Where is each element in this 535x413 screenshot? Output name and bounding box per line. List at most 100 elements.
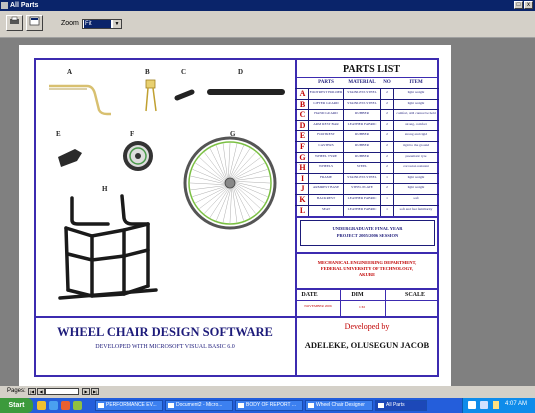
wheel-spoke bbox=[190, 185, 226, 191]
lifter-guard-drawing bbox=[145, 79, 157, 112]
tray-alert-icon[interactable] bbox=[493, 401, 499, 409]
project-line-1: UNDERGRADUATE FINAL YEAR bbox=[332, 226, 403, 231]
date-label: DATE bbox=[301, 292, 318, 298]
wheel-spoke bbox=[233, 169, 268, 180]
next-page-button[interactable]: ▶ bbox=[82, 388, 90, 395]
wheel-spoke bbox=[228, 143, 238, 179]
dept-line-3: AKURE bbox=[358, 272, 376, 277]
wheel-spoke bbox=[234, 181, 271, 184]
wheel-spoke bbox=[234, 175, 270, 181]
quicklaunch-browser-icon[interactable] bbox=[49, 401, 58, 410]
part-label-e: E bbox=[56, 130, 61, 138]
main-title: WHEEL CHAIR DESIGN SOFTWARE bbox=[57, 325, 273, 339]
project-line-2: PROJECT 2005/2006 SESSION bbox=[336, 233, 399, 238]
taskbar-item-label: BODY OF REPORT ... bbox=[246, 402, 297, 408]
app-icon bbox=[378, 403, 384, 408]
column-separator bbox=[308, 205, 309, 217]
table-row: E FOOTREST RUBBER 2 strong and rigid bbox=[295, 130, 439, 142]
wheel-spoke bbox=[222, 143, 228, 179]
system-tray: 4:07 AM bbox=[462, 398, 535, 413]
first-page-button[interactable]: |◀ bbox=[28, 388, 36, 395]
caster-drawing bbox=[123, 141, 153, 171]
quicklaunch-folder-icon[interactable] bbox=[37, 401, 46, 410]
zoom-value: Fit bbox=[84, 20, 111, 28]
header-no: NO bbox=[383, 80, 391, 85]
row-letter: K bbox=[299, 195, 306, 204]
taskbar-item-label: Document2 - Micro... bbox=[176, 402, 223, 408]
arm-rest-bar-drawing bbox=[207, 89, 285, 95]
wheel-spoke bbox=[234, 181, 270, 191]
maximize-button[interactable]: □ bbox=[514, 1, 523, 9]
header-parts: PARTS bbox=[318, 80, 334, 85]
taskbar-item-wheel-chair-designer[interactable]: Wheel Chair Designer bbox=[305, 400, 373, 411]
quicklaunch-media-icon[interactable] bbox=[61, 401, 70, 410]
dept-line-1: MECHANICAL ENGINEERING DEPARTMENT, bbox=[317, 260, 417, 265]
page-number-input[interactable] bbox=[45, 388, 79, 395]
wheel-spoke bbox=[190, 175, 226, 185]
taskbar-item-label: PERFORMANCE EV... bbox=[106, 402, 157, 408]
project-box: UNDERGRADUATE FINAL YEAR PROJECT 2005/20… bbox=[300, 220, 435, 246]
row-letter: J bbox=[300, 184, 305, 194]
export-button[interactable] bbox=[26, 15, 43, 31]
chevron-down-icon[interactable]: ▼ bbox=[113, 20, 121, 28]
previous-page-button[interactable]: ◀ bbox=[37, 388, 45, 395]
window-icon bbox=[98, 403, 104, 408]
date-value: NOVEMBER 2006 bbox=[304, 304, 332, 308]
wheel-spoke bbox=[228, 142, 231, 179]
taskbar-item-body-report[interactable]: BODY OF REPORT ... bbox=[235, 400, 303, 411]
wheel-spoke bbox=[189, 182, 226, 185]
tray-volume-icon[interactable] bbox=[480, 401, 488, 409]
header-material: MATERIAL bbox=[348, 80, 376, 85]
hand-guard-drawing bbox=[174, 89, 195, 101]
info-divider-2 bbox=[385, 288, 386, 317]
frame-drawing bbox=[58, 194, 158, 300]
taskbar-item-performance[interactable]: PERFORMANCE EV... bbox=[95, 400, 163, 411]
footrest-holder-drawing bbox=[49, 84, 111, 116]
part-label-d: D bbox=[238, 68, 244, 76]
wheel-spoke bbox=[233, 162, 265, 180]
pages-bar: Pages: |◀ ◀ ▶ ▶| bbox=[0, 386, 535, 398]
table-row: K BACKREST LEATHER FABRIC 1 soft bbox=[295, 194, 439, 206]
quicklaunch-app-icon[interactable] bbox=[73, 401, 82, 410]
part-label-b: B bbox=[145, 68, 150, 76]
table-row: L SEAT LEATHER FABRIC 1 soft and fast famili… bbox=[295, 204, 439, 217]
taskbar-item-document2[interactable]: Document2 - Micro... bbox=[165, 400, 233, 411]
table-row: F CASTERS RUBBER 2 rigid to the ground bbox=[295, 141, 439, 153]
wheel-spoke bbox=[192, 186, 227, 197]
taskbar-item-all-parts[interactable]: All Parts bbox=[375, 400, 427, 411]
scale-label: SCALE bbox=[404, 292, 425, 298]
divider-horizontal bbox=[34, 316, 439, 318]
wheel-spoke bbox=[229, 187, 232, 224]
developer-name: ADELEKE, OLUSEGUN JACOB bbox=[304, 340, 430, 350]
taskbar: Start PERFORMANCE EV... Document2 - Micr… bbox=[0, 398, 535, 413]
wheel-spoke bbox=[209, 148, 227, 180]
dept-line-2: FEDERAL UNIVERSITY OF TECHNOLOGY, bbox=[320, 266, 414, 271]
last-page-button[interactable]: ▶| bbox=[91, 388, 99, 395]
clock[interactable]: 4:07 AM bbox=[505, 401, 527, 407]
taskbar-item-label: Wheel Chair Designer bbox=[316, 402, 365, 408]
row-letter: I bbox=[300, 173, 305, 183]
zoom-select[interactable]: Fit ▼ bbox=[82, 19, 122, 29]
table-row: D ARM REST BAR LEATHER FABRIC 2 strong, comf… bbox=[295, 119, 439, 132]
table-row: A FOOTREST HOLDER STAINLESS STEEL 2 light we… bbox=[295, 88, 439, 100]
print-icon bbox=[10, 16, 19, 24]
row-letter: C bbox=[299, 110, 306, 120]
row-letter: L bbox=[299, 205, 306, 215]
row-letter: A bbox=[299, 89, 306, 98]
start-button[interactable]: Start bbox=[0, 398, 33, 413]
print-button[interactable] bbox=[6, 15, 23, 31]
tray-network-icon[interactable] bbox=[468, 401, 476, 409]
table-row: C HAND GUARD RUBBER 2 comfort, still cannot … bbox=[295, 109, 439, 121]
row-letter: B bbox=[299, 99, 306, 109]
part-label-a: A bbox=[67, 68, 73, 76]
close-button[interactable]: x bbox=[524, 1, 533, 9]
export-icon bbox=[29, 16, 40, 26]
zoom-label: Zoom bbox=[61, 20, 79, 27]
app-icon bbox=[308, 403, 314, 408]
column-separator bbox=[343, 205, 344, 217]
part-label-f: F bbox=[130, 130, 135, 138]
parts-list-title: PARTS LIST bbox=[343, 64, 400, 75]
wheel-spoke bbox=[232, 157, 261, 179]
row-letter: H bbox=[299, 163, 306, 173]
info-rule bbox=[295, 300, 439, 301]
